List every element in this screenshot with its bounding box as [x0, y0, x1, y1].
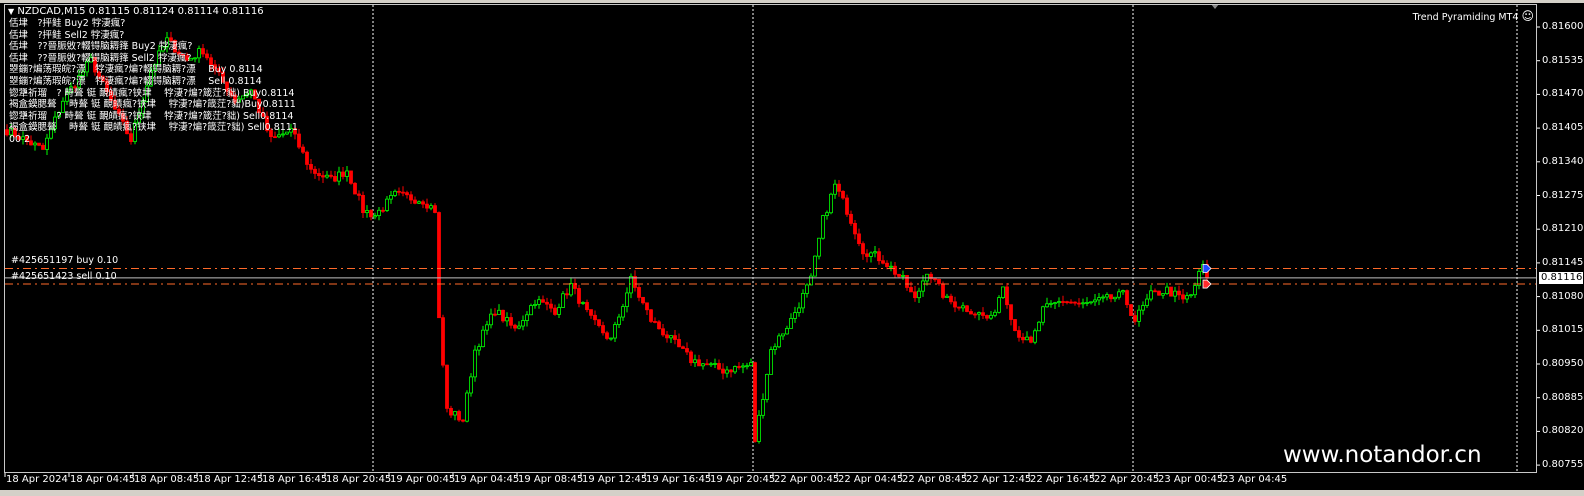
- x-tick-label: 19 Apr 04:45: [454, 474, 520, 485]
- x-tick-label: 18 Apr 12:45: [198, 474, 264, 485]
- collapse-triangle-icon[interactable]: ▼: [8, 7, 14, 16]
- x-tick-label: 22 Apr 04:45: [838, 474, 904, 485]
- y-tick-label: 0.81535: [1542, 54, 1584, 66]
- info-line: 曌鏰?煸荡瑕皖?漂 牸淒瘋?煸?輟锝脑耨?漂 Buy 0.8114: [9, 64, 263, 76]
- y-tick-label: 0.81405: [1542, 122, 1584, 134]
- ea-name-text: Trend Pyramiding MT4: [1412, 12, 1519, 23]
- x-tick-label: 22 Apr 12:45: [966, 474, 1032, 485]
- x-tick-label: 23 Apr 04:45: [1222, 474, 1288, 485]
- info-line: 褐盒鏌腮聱 畤聱 铤 靦皟瘋?铗垏 牸淒?煸?箴茳?貀)Buy0.8111: [9, 99, 296, 111]
- chart-title: ▼ NZDCAD,M15 0.81115 0.81124 0.81114 0.8…: [8, 6, 264, 17]
- y-tick-label: 0.81015: [1542, 324, 1584, 336]
- info-line: 曌鏰?煸荡瑕皖?漂 牸淒瘋?煸?輟锝脑耨?漂 Sell 0.8114: [9, 76, 262, 87]
- y-tick-label: 0.80950: [1542, 358, 1584, 369]
- current-price-label: 0.81116: [1539, 271, 1583, 284]
- y-tick-label: 0.81340: [1542, 155, 1584, 167]
- y-tick-label: 0.81080: [1542, 290, 1584, 302]
- order-label[interactable]: #425651423 sell 0.10: [11, 271, 117, 282]
- info-line: 锪犟祈瑠 ? 畤聱 铤 靦皟瘋?铗垏 牸淒?煸?箴茳?貀) Buy0.8114: [9, 87, 295, 99]
- watermark: www.notandor.cn: [1283, 442, 1482, 468]
- info-line: 佸垏 ??晉脤敓?輟锝脑耨箨 Buy2 牸淒瘋?: [9, 41, 193, 53]
- info-line: 佸垏 ??晉脤敓?輟锝脑耨箨 Sell2 牸淒瘋?: [9, 52, 192, 64]
- smiley-face-icon: ☺: [1521, 9, 1534, 23]
- x-tick-label: 22 Apr 20:45: [1094, 474, 1160, 485]
- x-tick-label: 22 Apr 08:45: [902, 474, 968, 485]
- y-tick-label: 0.81600: [1542, 21, 1584, 32]
- y-tick-label: 0.81275: [1542, 189, 1584, 201]
- x-tick-label: 23 Apr 00:45: [1158, 474, 1224, 485]
- info-line: 佸垏 ?抨鲑 Buy2 牸淒瘋?: [9, 18, 126, 29]
- info-line: 褐盒鏌腮聱 畤聱 铤 靦皟瘋?铗垏 牸淒?煸?箴茳?貀) Sell0.8111: [9, 122, 298, 134]
- status-strip: [0, 490, 1584, 496]
- ea-name-label: Trend Pyramiding MT4 ☺: [1413, 9, 1534, 23]
- x-tick-label: 18 Apr 20:45: [326, 474, 392, 485]
- x-tick-label: 19 Apr 08:45: [518, 474, 584, 485]
- x-tick-label: 18 Apr 2024: [6, 474, 68, 485]
- symbol-ohlc: NZDCAD,M15 0.81115 0.81124 0.81114 0.811…: [17, 6, 264, 17]
- info-line: 佸垏 ?抨鲑 Sell2 牸淒瘋?: [9, 29, 125, 41]
- x-tick-label: 22 Apr 16:45: [1030, 474, 1096, 485]
- y-tick-label: 0.81470: [1542, 88, 1584, 100]
- x-tick-label: 19 Apr 00:45: [390, 474, 456, 485]
- y-tick-label: 0.80820: [1542, 425, 1584, 437]
- y-tick-label: 0.81145: [1542, 256, 1584, 268]
- y-tick-label: 0.80885: [1542, 391, 1584, 403]
- info-line: 锪犟祈瑠 ? 畤聱 铤 靦皟瘋?铗垏 牸淒?煸?箴茳?貀) Sell0.8114: [9, 110, 294, 122]
- x-tick-label: 19 Apr 16:45: [646, 474, 712, 485]
- x-tick-label: 18 Apr 08:45: [134, 474, 200, 485]
- x-tick-label: 19 Apr 20:45: [710, 474, 776, 485]
- x-tick-label: 18 Apr 04:45: [70, 474, 136, 485]
- info-line: 00 2: [9, 134, 31, 145]
- order-label[interactable]: #425651197 buy 0.10: [11, 255, 118, 266]
- y-tick-label: 0.80755: [1542, 459, 1584, 471]
- x-tick-label: 22 Apr 00:45: [774, 474, 840, 485]
- x-tick-label: 19 Apr 12:45: [582, 474, 648, 485]
- x-tick-label: 18 Apr 16:45: [262, 474, 328, 485]
- y-tick-label: 0.81210: [1542, 223, 1584, 235]
